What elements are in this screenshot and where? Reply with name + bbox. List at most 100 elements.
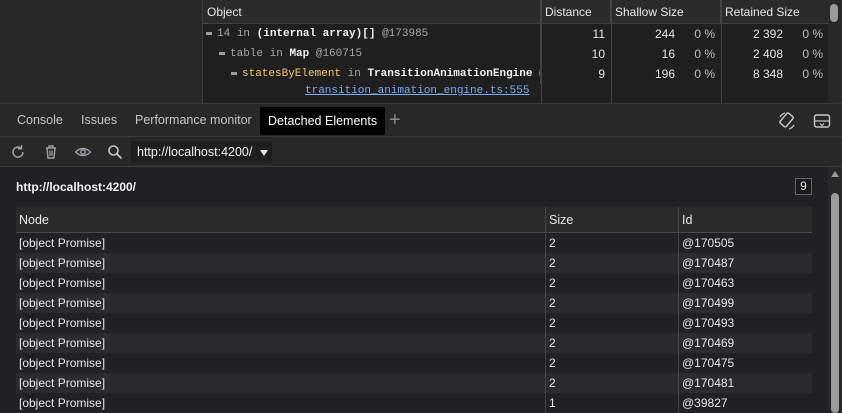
table-row[interactable]: [object Promise] 1 @39827 [16,393,812,413]
retainer-source-row: transition_animation_engine.ts:555 [203,82,829,102]
size-cell: 2 [549,276,556,290]
table-header: Node Size Id [16,207,812,233]
retainer-row[interactable]: 14 in (internal array)[] @173985 11 244 … [203,24,829,44]
tab-console[interactable]: Console [9,104,71,137]
size-cell: 2 [549,316,556,330]
detached-nodes-table: Node Size Id [object Promise] 2 @170505 … [16,207,812,413]
retainer-edge-name: 14 [217,28,231,40]
retainer-in-keyword: in [236,28,251,40]
retainers-header: Object Distance Shallow Size Retained Si… [203,0,829,24]
table-row[interactable]: [object Promise] 2 @170493 [16,313,812,333]
add-tab-icon[interactable]: + [389,110,401,130]
table-row[interactable]: [object Promise] 2 @170469 [16,333,812,353]
node-cell: [object Promise] [19,356,106,370]
id-cell: @39827 [682,396,728,410]
table-row[interactable]: [object Promise] 2 @170505 [16,233,812,253]
retainers-scrollbar[interactable] [830,4,838,22]
tab-detached-elements[interactable]: Detached Elements [260,107,386,135]
node-cell: [object Promise] [19,336,106,350]
retainer-distance: 11 [592,27,605,41]
collapse-icon[interactable] [219,52,225,55]
scroll-up-icon[interactable] [831,171,839,177]
eye-icon[interactable] [74,143,92,161]
source-link[interactable]: transition_animation_engine.ts:555 [305,85,529,97]
refresh-icon[interactable] [9,143,27,161]
retainer-row[interactable]: statesByElement in TransitionAnimationEn… [203,64,829,84]
retainer-node-id: @160715 [315,48,363,60]
retainer-shallow-percent: 0 % [694,27,715,41]
retainer-class-name: Map [289,48,310,60]
retainer-retained-percent: 0 % [802,47,823,61]
retainer-shallow-size: 196 [654,67,675,81]
node-cell: [object Promise] [19,296,106,310]
id-cell: @170469 [682,336,735,350]
tab-issues[interactable]: Issues [73,104,125,137]
retainer-node-id: @173985 [382,28,429,40]
col-id-header[interactable]: Id [679,207,812,233]
target-select[interactable]: http://localhost:4200/ [131,141,272,163]
retainers-panel: Object Distance Shallow Size Retained Si… [0,0,842,103]
node-cell: [object Promise] [19,396,106,410]
retainers-left-gutter [0,0,202,103]
chevron-down-icon [260,150,268,156]
source-location: transition_animation_engine.ts:555 [305,82,541,102]
id-cell: @170475 [682,356,735,370]
retainer-retained-size: 8 348 [752,67,783,81]
column-divider [541,0,542,103]
size-cell: 2 [549,356,556,370]
col-node-header[interactable]: Node [16,207,546,233]
retainer-shallow-percent: 0 % [694,47,715,61]
retainers-table: Object Distance Shallow Size Retained Si… [202,0,829,103]
retainer-class-name: (internal array)[] [256,28,376,40]
table-row[interactable]: [object Promise] 2 @170499 [16,293,812,313]
table-row[interactable]: [object Promise] 2 @170463 [16,273,812,293]
retainer-object: statesByElement in TransitionAnimationEn… [203,64,541,84]
id-cell: @170493 [682,316,735,330]
table-row[interactable]: [object Promise] 2 @170487 [16,253,812,273]
retainer-retained-percent: 0 % [802,67,823,81]
retainer-object: 14 in (internal array)[] @173985 [203,24,541,44]
dock-side-icon[interactable] [778,112,796,130]
retainer-distance: 10 [591,47,605,61]
col-retained-size-header[interactable]: Retained Size [721,0,829,24]
retainer-edge-name: statesByElement [242,68,342,80]
node-cell: [object Promise] [19,376,106,390]
retainer-shallow-size: 16 [661,47,675,61]
retainer-retained-size: 2 408 [752,47,783,61]
main-scrollbar-thumb[interactable] [831,193,839,413]
table-row[interactable]: [object Promise] 2 @170481 [16,373,812,393]
col-shallow-size-header[interactable]: Shallow Size [611,0,721,24]
retainer-in-keyword: in [347,68,361,80]
section-title: http://localhost:4200/ [16,180,137,194]
id-cell: @170505 [682,236,735,250]
column-divider [611,0,612,103]
collapse-icon[interactable] [231,72,237,75]
trash-icon[interactable] [42,143,60,161]
detached-elements-view: http://localhost:4200/ 9 Node Size Id [o… [0,167,828,413]
id-cell: @170499 [682,296,735,310]
retainer-retained-size: 2 392 [752,27,783,41]
size-cell: 1 [549,396,556,410]
collapse-icon[interactable] [206,32,212,35]
table-row[interactable]: [object Promise] 2 @170475 [16,353,812,373]
count-badge: 9 [795,178,812,195]
size-cell: 2 [549,256,556,270]
node-cell: [object Promise] [19,276,106,290]
tab-performance-monitor[interactable]: Performance monitor [127,104,260,137]
retainer-distance: 9 [598,67,605,81]
size-cell: 2 [549,296,556,310]
retainer-shallow-percent: 0 % [694,67,715,81]
search-icon[interactable] [106,143,124,161]
drawer-toggle-icon[interactable] [813,112,831,130]
detached-toolbar: http://localhost:4200/ [0,137,842,167]
column-divider [721,0,722,103]
retainer-edge-name: table [230,48,264,60]
retainer-row[interactable]: table in Map @160715 10 16 0 % 2 408 0 % [203,44,829,64]
node-cell: [object Promise] [19,256,106,270]
drawer-tabbar: Console Issues Performance monitor Detac… [0,103,842,137]
col-object-header[interactable]: Object [203,0,541,24]
col-distance-header[interactable]: Distance [541,0,611,24]
target-select-value: http://localhost:4200/ [137,145,253,159]
id-cell: @170463 [682,276,735,290]
col-size-header[interactable]: Size [546,207,679,233]
